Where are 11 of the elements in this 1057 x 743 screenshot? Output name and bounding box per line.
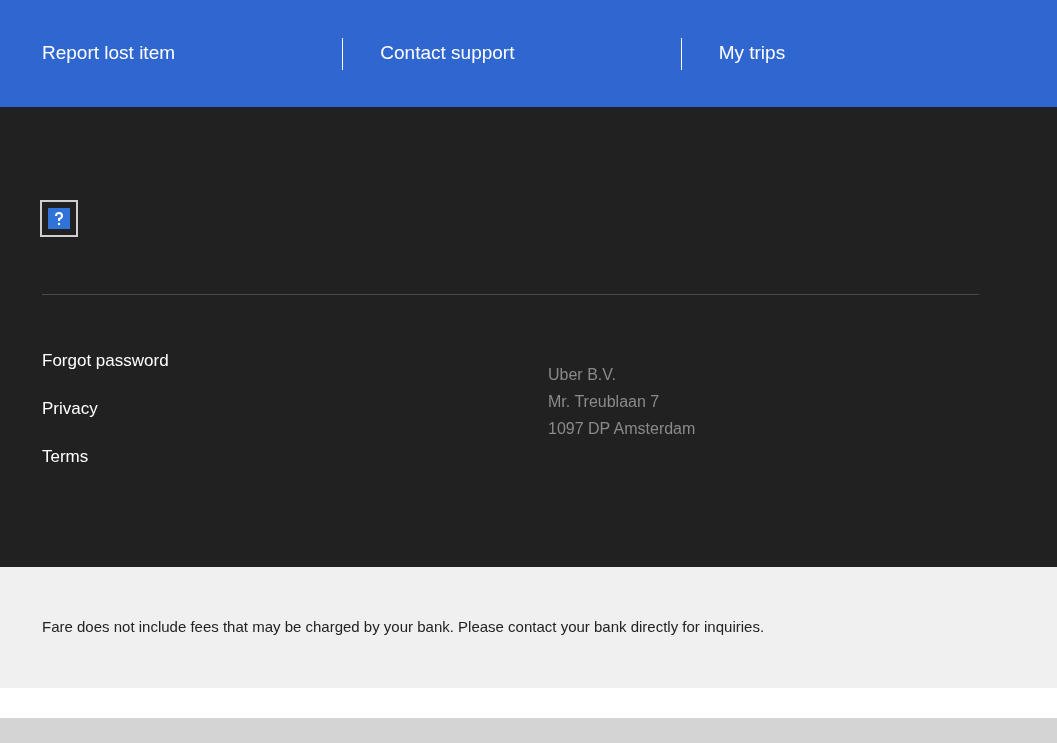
nav-link[interactable]: My trips <box>718 39 786 68</box>
address-line: Mr. Treublaan 7 <box>548 392 661 412</box>
address-line: Uber B.V. <box>548 365 617 385</box>
nav-link[interactable]: Contact support <box>380 39 515 68</box>
address-line: 1097 DP Amsterdam <box>548 419 696 439</box>
nav-link[interactable]: Report lost item <box>42 39 176 68</box>
help-icon[interactable] <box>40 200 78 237</box>
footer-link[interactable]: Terms <box>42 446 548 468</box>
footer-link[interactable]: Forgot password <box>42 350 548 372</box>
notice-text: Fare does not include fees that may be charged by your bank. Please contact your bank directly for inquiries. <box>42 617 765 638</box>
footer-link[interactable]: Privacy <box>42 398 548 420</box>
